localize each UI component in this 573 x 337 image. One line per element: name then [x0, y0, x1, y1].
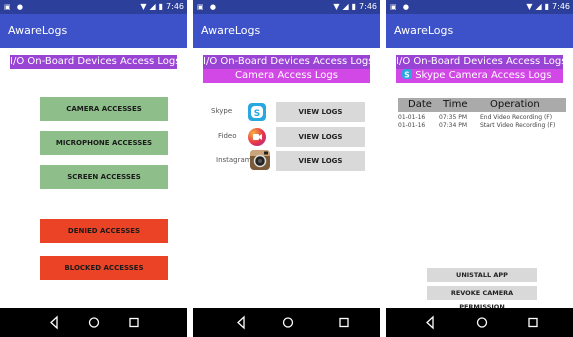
recent-apps-icon[interactable]: [338, 308, 350, 337]
log-row: 01-01-16 07:35 PM End Video Recording (F…: [398, 114, 570, 122]
column-header-date: Date: [408, 99, 432, 110]
app-bar: AwareLogs: [386, 14, 573, 48]
column-header-time: Time: [443, 99, 468, 110]
wifi-icon: ▼: [140, 2, 147, 11]
log-date: 01-01-16: [398, 122, 426, 129]
phone-screen-skype-logs: ▣ ● ▼ ◢ ▮ 7:46 AwareLogs I/O On-Board De…: [386, 0, 573, 337]
screen-accesses-button[interactable]: SCREEN ACCESSES: [40, 165, 168, 189]
wifi-icon: ▼: [333, 2, 340, 11]
microphone-accesses-button[interactable]: MICROPHONE ACCESSES: [40, 131, 168, 155]
battery-icon: ▮: [544, 2, 550, 11]
app-title: AwareLogs: [8, 24, 68, 37]
revoke-camera-permission-button[interactable]: REVOKE CAMERA PERMISSION: [427, 286, 537, 311]
app-title: AwareLogs: [201, 24, 261, 37]
camera-logs-banner: Camera Access Logs: [203, 69, 370, 83]
recent-apps-icon[interactable]: [527, 308, 539, 337]
notification-icons: ▣ ●: [4, 3, 25, 11]
signal-icon: ◢: [149, 2, 156, 11]
log-table-header: Date Time Operation: [398, 98, 566, 112]
home-icon[interactable]: [87, 308, 101, 337]
home-icon[interactable]: [281, 308, 295, 337]
log-operation: End Video Recording (F): [480, 114, 553, 121]
phone-screen-camera: ▣ ● ▼ ◢ ▮ 7:46 AwareLogs I/O On-Board De…: [193, 0, 380, 337]
battery-icon: ▮: [158, 2, 164, 11]
app-bar: AwareLogs: [193, 14, 380, 48]
section-banner: I/O On-Board Devices Access Logs: [203, 55, 374, 69]
view-logs-fideo-button[interactable]: VIEW LOGS: [276, 127, 365, 147]
log-row: 01-01-16 07:34 PM Start Video Recording …: [398, 122, 570, 130]
blocked-accesses-button[interactable]: BLOCKED ACCESSES: [40, 256, 168, 280]
skype-icon: S: [402, 69, 412, 79]
denied-accesses-button[interactable]: DENIED ACCESSES: [40, 219, 168, 243]
nav-bar: [0, 308, 187, 337]
column-header-operation: Operation: [490, 99, 540, 110]
app-bar: AwareLogs: [0, 14, 187, 48]
fideo-icon: [248, 128, 266, 146]
status-icons: ▼ ◢ ▮ 7:46: [526, 2, 570, 12]
camera-accesses-button[interactable]: CAMERA ACCESSES: [40, 97, 168, 121]
phone-screen-main: ▣ ● ▼ ◢ ▮ 7:46 AwareLogs I/O On-Board De…: [0, 0, 187, 337]
app-title: AwareLogs: [394, 24, 454, 37]
section-banner: I/O On-Board Devices Access Logs: [396, 55, 567, 69]
status-bar: ▣ ● ▼ ◢ ▮ 7:46: [0, 0, 187, 14]
signal-icon: ◢: [535, 2, 542, 11]
status-bar: ▣ ● ▼ ◢ ▮ 7:46: [193, 0, 380, 14]
svg-text:S: S: [404, 70, 409, 79]
status-icons: ▼ ◢ ▮ 7:46: [333, 2, 377, 12]
clock: 7:46: [166, 2, 184, 11]
notification-icons: ▣ ●: [390, 3, 411, 11]
status-bar: ▣ ● ▼ ◢ ▮ 7:46: [386, 0, 573, 14]
back-icon[interactable]: [48, 308, 60, 337]
back-icon[interactable]: [424, 308, 436, 337]
app-name-instagram: Instagram: [216, 156, 252, 164]
clock: 7:46: [552, 2, 570, 11]
recent-apps-icon[interactable]: [128, 308, 140, 337]
battery-icon: ▮: [351, 2, 357, 11]
svg-text:S: S: [254, 109, 260, 119]
log-operation: Start Video Recording (F): [480, 122, 556, 129]
skype-logs-title: Skype Camera Access Logs: [415, 70, 552, 81]
view-logs-skype-button[interactable]: VIEW LOGS: [276, 102, 365, 122]
app-name-fideo: Fideo: [218, 132, 237, 140]
nav-bar: [386, 308, 573, 337]
skype-icon: S: [248, 103, 266, 121]
clock: 7:46: [359, 2, 377, 11]
log-time: 07:34 PM: [439, 122, 467, 129]
nav-bar: [193, 308, 380, 337]
log-date: 01-01-16: [398, 114, 426, 121]
wifi-icon: ▼: [526, 2, 533, 11]
section-banner: I/O On-Board Devices Access Logs: [10, 55, 181, 69]
back-icon[interactable]: [235, 308, 247, 337]
status-icons: ▼ ◢ ▮ 7:46: [140, 2, 184, 12]
instagram-icon: [250, 150, 270, 170]
uninstall-app-button[interactable]: UNISTALL APP: [427, 268, 537, 282]
log-time: 07:35 PM: [439, 114, 467, 121]
home-icon[interactable]: [475, 308, 489, 337]
skype-logs-banner: S Skype Camera Access Logs: [396, 69, 563, 83]
notification-icons: ▣ ●: [197, 3, 218, 11]
signal-icon: ◢: [342, 2, 349, 11]
app-name-skype: Skype: [211, 107, 233, 115]
view-logs-instagram-button[interactable]: VIEW LOGS: [276, 151, 365, 171]
